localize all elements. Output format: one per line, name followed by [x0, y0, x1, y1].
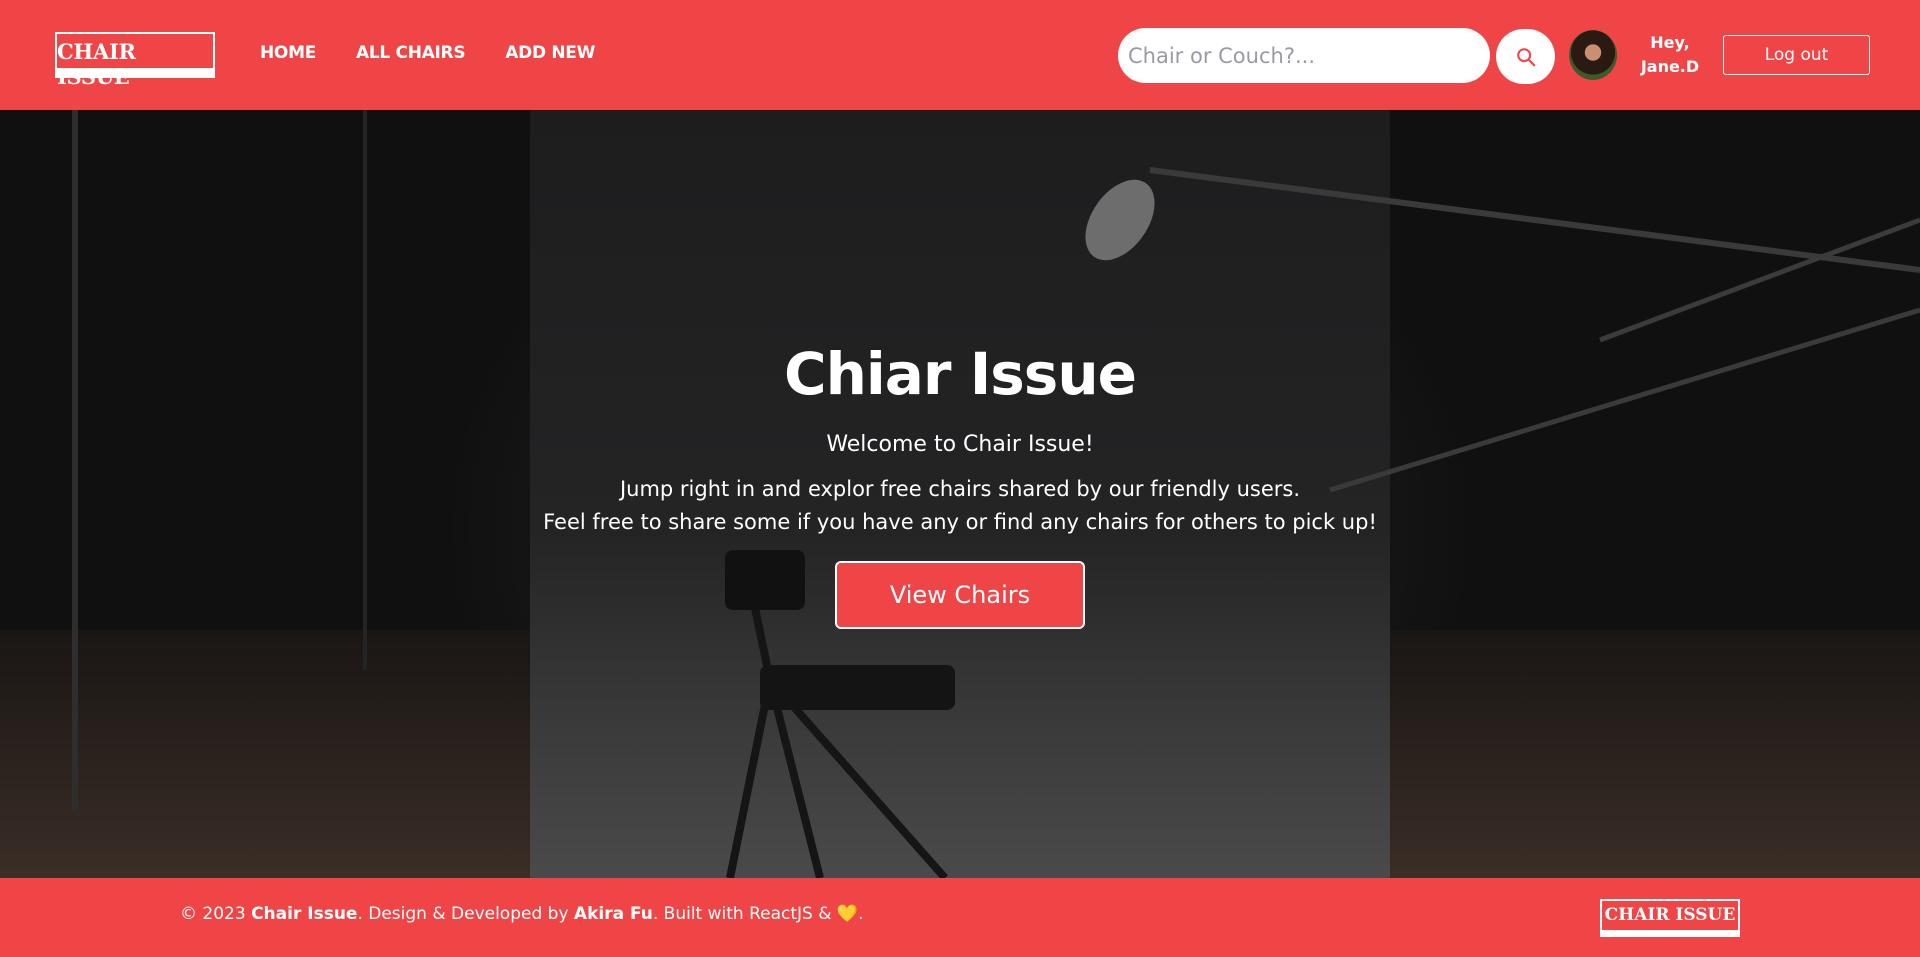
nav-all-chairs-link[interactable]: ALL CHAIRS — [356, 43, 466, 63]
footer: © 2023 Chair Issue. Design & Developed b… — [0, 878, 1920, 957]
search-button[interactable] — [1496, 29, 1555, 84]
footer-end: . — [858, 904, 864, 924]
main-nav: HOME ALL CHAIRS ADD NEW — [260, 43, 595, 63]
footer-developed-by: . Design & Developed by — [357, 904, 569, 924]
search-icon — [1516, 47, 1535, 66]
footer-credits: © 2023 Chair Issue. Design & Developed b… — [180, 904, 863, 924]
hero-content: Chiar Issue Welcome to Chair Issue! Jump… — [0, 340, 1920, 629]
hero-description-line-1: Jump right in and explor free chairs sha… — [619, 477, 1301, 501]
brand-logo-text: CHAIR ISSUE — [57, 39, 136, 89]
nav-add-new-link[interactable]: ADD NEW — [505, 43, 595, 63]
footer-built-with: . Built with ReactJS & — [652, 904, 832, 924]
footer-copyright: © 2023 — [180, 904, 246, 924]
nav-home-link[interactable]: HOME — [260, 43, 316, 63]
footer-logo-text: CHAIR ISSUE — [1604, 905, 1736, 925]
search-input[interactable] — [1118, 28, 1490, 83]
heart-icon: 💛 — [836, 904, 859, 924]
user-avatar[interactable] — [1569, 30, 1617, 80]
brand-logo[interactable]: CHAIR ISSUE — [55, 32, 215, 89]
footer-author: Akira Fu — [573, 904, 653, 924]
hero-welcome-text: Welcome to Chair Issue! — [826, 432, 1094, 457]
hero-title: Chiar Issue — [784, 340, 1137, 408]
greeting-username: Jane.D — [1640, 57, 1700, 76]
footer-brand: Chair Issue — [251, 904, 358, 924]
hero-section: Chiar Issue Welcome to Chair Issue! Jump… — [0, 110, 1920, 878]
footer-logo[interactable]: CHAIR ISSUE — [1600, 899, 1740, 937]
logout-button[interactable]: Log out — [1723, 35, 1870, 75]
top-navbar: CHAIR ISSUE HOME ALL CHAIRS ADD NEW Hey,… — [0, 0, 1920, 110]
greeting-hey: Hey, — [1650, 33, 1690, 52]
view-chairs-button[interactable]: View Chairs — [835, 561, 1085, 629]
user-greeting: Hey, Jane.D — [1630, 31, 1710, 79]
hero-description-line-2: Feel free to share some if you have any … — [543, 510, 1377, 534]
